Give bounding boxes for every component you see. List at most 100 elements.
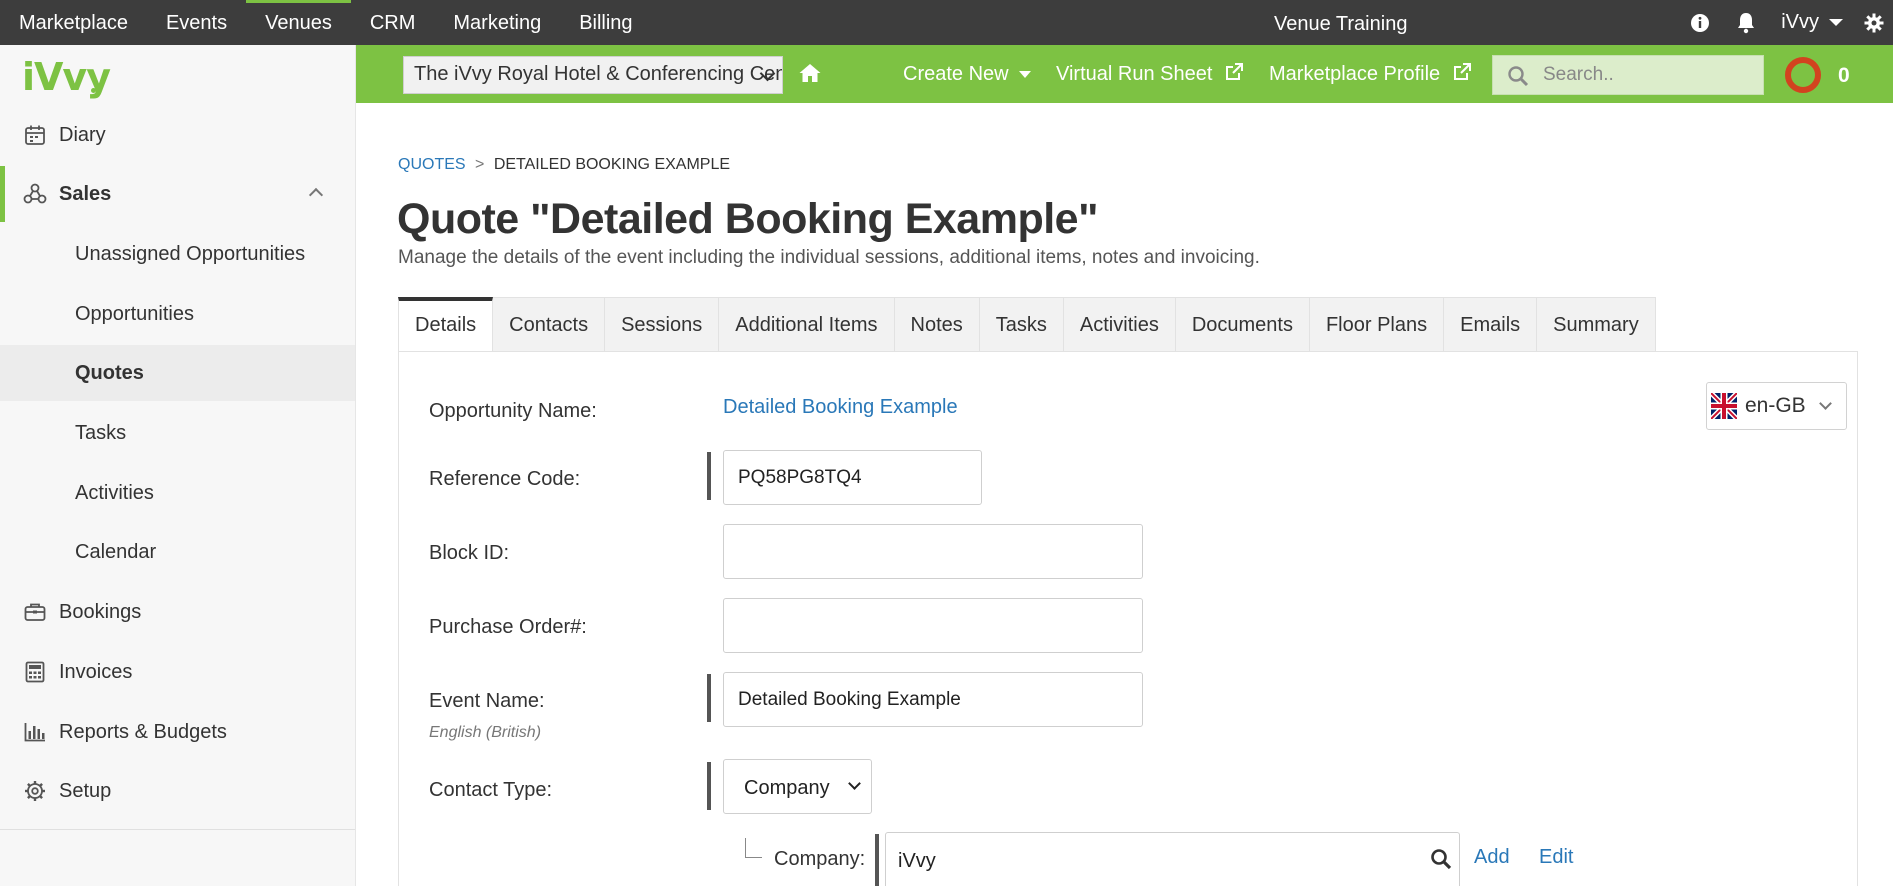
virtual-run-sheet-link[interactable]: Virtual Run Sheet <box>1056 45 1244 103</box>
tab-summary[interactable]: Summary <box>1537 297 1656 352</box>
sidebar-item-bookings[interactable]: Bookings <box>0 584 355 640</box>
sidebar-sub-unassigned-opportunities[interactable]: Unassigned Opportunities <box>0 226 355 282</box>
add-company-link[interactable]: Add <box>1474 846 1510 869</box>
topnav-marketing[interactable]: Marketing <box>434 0 560 45</box>
info-icon[interactable] <box>1689 12 1711 34</box>
language-select[interactable]: en-GB <box>1706 382 1847 430</box>
chevron-down-icon <box>1829 19 1843 26</box>
topnav-marketplace[interactable]: Marketplace <box>0 0 147 45</box>
sidebar-sub-quotes[interactable]: Quotes <box>0 345 355 401</box>
topnav-events[interactable]: Events <box>147 0 246 45</box>
uk-flag-icon <box>1711 393 1737 419</box>
tab-documents[interactable]: Documents <box>1175 297 1310 352</box>
top-nav: Marketplace Events Venues CRM Marketing … <box>0 0 652 45</box>
calculator-icon <box>22 659 48 685</box>
event-name-label: Event Name: <box>429 690 545 712</box>
opportunity-name-label: Opportunity Name: <box>429 400 597 422</box>
chevron-up-icon[interactable] <box>308 187 324 203</box>
event-name-language-label: English (British) <box>429 724 542 741</box>
create-new-label: Create New <box>903 63 1009 85</box>
breadcrumb-separator: > <box>475 156 485 173</box>
sidebar-item-sales[interactable]: Sales <box>0 166 355 222</box>
block-id-label: Block ID: <box>429 542 510 564</box>
tab-floor-plans[interactable]: Floor Plans <box>1309 297 1445 352</box>
sidebar-item-setup[interactable]: Setup <box>0 763 355 819</box>
network-icon <box>22 181 48 207</box>
opportunity-name-link[interactable]: Detailed Booking Example <box>723 396 958 419</box>
breadcrumb-current: DETAILED BOOKING EXAMPLE <box>493 156 731 173</box>
venue-select[interactable]: The iVvy Royal Hotel & Conferencing Cent… <box>403 56 783 94</box>
virtual-run-sheet-label: Virtual Run Sheet <box>1056 63 1213 85</box>
tab-emails[interactable]: Emails <box>1444 297 1538 352</box>
sidebar-sub-calendar[interactable]: Calendar <box>0 524 355 580</box>
bell-icon[interactable] <box>1735 12 1757 34</box>
topnav-venues[interactable]: Venues <box>246 0 351 45</box>
marketplace-profile-label: Marketplace Profile <box>1269 63 1441 85</box>
sidebar-item-label: Diary <box>59 123 106 146</box>
tab-additional-items[interactable]: Additional Items <box>719 297 895 352</box>
required-indicator <box>707 452 711 500</box>
edit-company-link[interactable]: Edit <box>1539 846 1573 869</box>
contact-type-value: Company <box>744 777 830 799</box>
gear-icon[interactable] <box>1863 12 1885 34</box>
sidebar-item-label: Reports & Budgets <box>59 720 227 743</box>
reference-code-input[interactable] <box>723 450 982 505</box>
sidebar: iVvy Diary Sales Unassigned Opportunitie… <box>0 45 356 886</box>
home-icon[interactable] <box>798 62 822 89</box>
topnav-crm[interactable]: CRM <box>351 0 435 45</box>
topnav-billing[interactable]: Billing <box>560 0 651 45</box>
reference-code-label: Reference Code: <box>429 468 581 490</box>
page-title: Quote "Detailed Booking Example" <box>397 195 1098 243</box>
block-id-input[interactable] <box>723 524 1143 579</box>
create-new-menu[interactable]: Create New <box>903 45 1031 103</box>
language-value: en-GB <box>1745 394 1806 417</box>
external-link-icon <box>1453 63 1471 80</box>
user-menu[interactable]: iVvy <box>1781 11 1843 34</box>
required-indicator <box>875 834 879 886</box>
account-title: Venue Training <box>1274 13 1408 35</box>
top-bar: Marketplace Events Venues CRM Marketing … <box>0 0 1893 45</box>
sidebar-sub-tasks[interactable]: Tasks <box>0 405 355 461</box>
tab-sessions[interactable]: Sessions <box>605 297 720 352</box>
tab-activities[interactable]: Activities <box>1063 297 1176 352</box>
purchase-order-label: Purchase Order#: <box>429 616 587 638</box>
tab-contacts[interactable]: Contacts <box>493 297 606 352</box>
required-indicator <box>707 674 711 722</box>
tab-tasks[interactable]: Tasks <box>979 297 1064 352</box>
tab-notes[interactable]: Notes <box>894 297 980 352</box>
venue-toolbar: The iVvy Royal Hotel & Conferencing Cent… <box>356 45 1893 103</box>
breadcrumb-quotes-link[interactable]: QUOTES <box>398 156 466 173</box>
sidebar-item-reports-budgets[interactable]: Reports & Budgets <box>0 704 355 760</box>
briefcase-icon <box>22 599 48 625</box>
page-description: Manage the details of the event includin… <box>398 247 1260 268</box>
contact-type-select[interactable]: Company <box>723 759 872 814</box>
sidebar-sub-activities[interactable]: Activities <box>0 465 355 521</box>
required-indicator <box>707 762 711 810</box>
sidebar-item-invoices[interactable]: Invoices <box>0 644 355 700</box>
bar-chart-icon <box>22 719 48 745</box>
status-ring-icon[interactable] <box>1785 57 1821 93</box>
sidebar-sub-opportunities[interactable]: Opportunities <box>0 286 355 342</box>
search-input[interactable] <box>1543 63 1753 87</box>
chevron-down-icon <box>1819 397 1832 410</box>
company-input[interactable]: iVvy <box>885 832 1460 886</box>
venue-select-value: The iVvy Royal Hotel & Conferencing Cent… <box>414 63 783 85</box>
search-icon[interactable] <box>1430 848 1452 875</box>
tree-connector <box>745 838 762 858</box>
sidebar-divider <box>0 829 355 830</box>
purchase-order-input[interactable] <box>723 598 1143 653</box>
sidebar-item-label: Invoices <box>59 660 133 683</box>
quote-tabs: Details Contacts Sessions Additional Ite… <box>398 297 1656 352</box>
calendar-icon <box>22 122 48 148</box>
company-value: iVvy <box>898 850 936 872</box>
chevron-down-icon <box>848 777 861 790</box>
event-name-input[interactable] <box>723 672 1143 727</box>
search-box[interactable] <box>1492 55 1764 95</box>
external-link-icon <box>1225 63 1243 80</box>
marketplace-profile-link[interactable]: Marketplace Profile <box>1269 45 1472 103</box>
tab-details[interactable]: Details <box>398 297 494 352</box>
notification-count: 0 <box>1838 64 1850 87</box>
sidebar-item-diary[interactable]: Diary <box>0 107 355 163</box>
ivvy-logo[interactable]: iVvy <box>22 55 111 99</box>
chevron-down-icon <box>1018 71 1031 79</box>
